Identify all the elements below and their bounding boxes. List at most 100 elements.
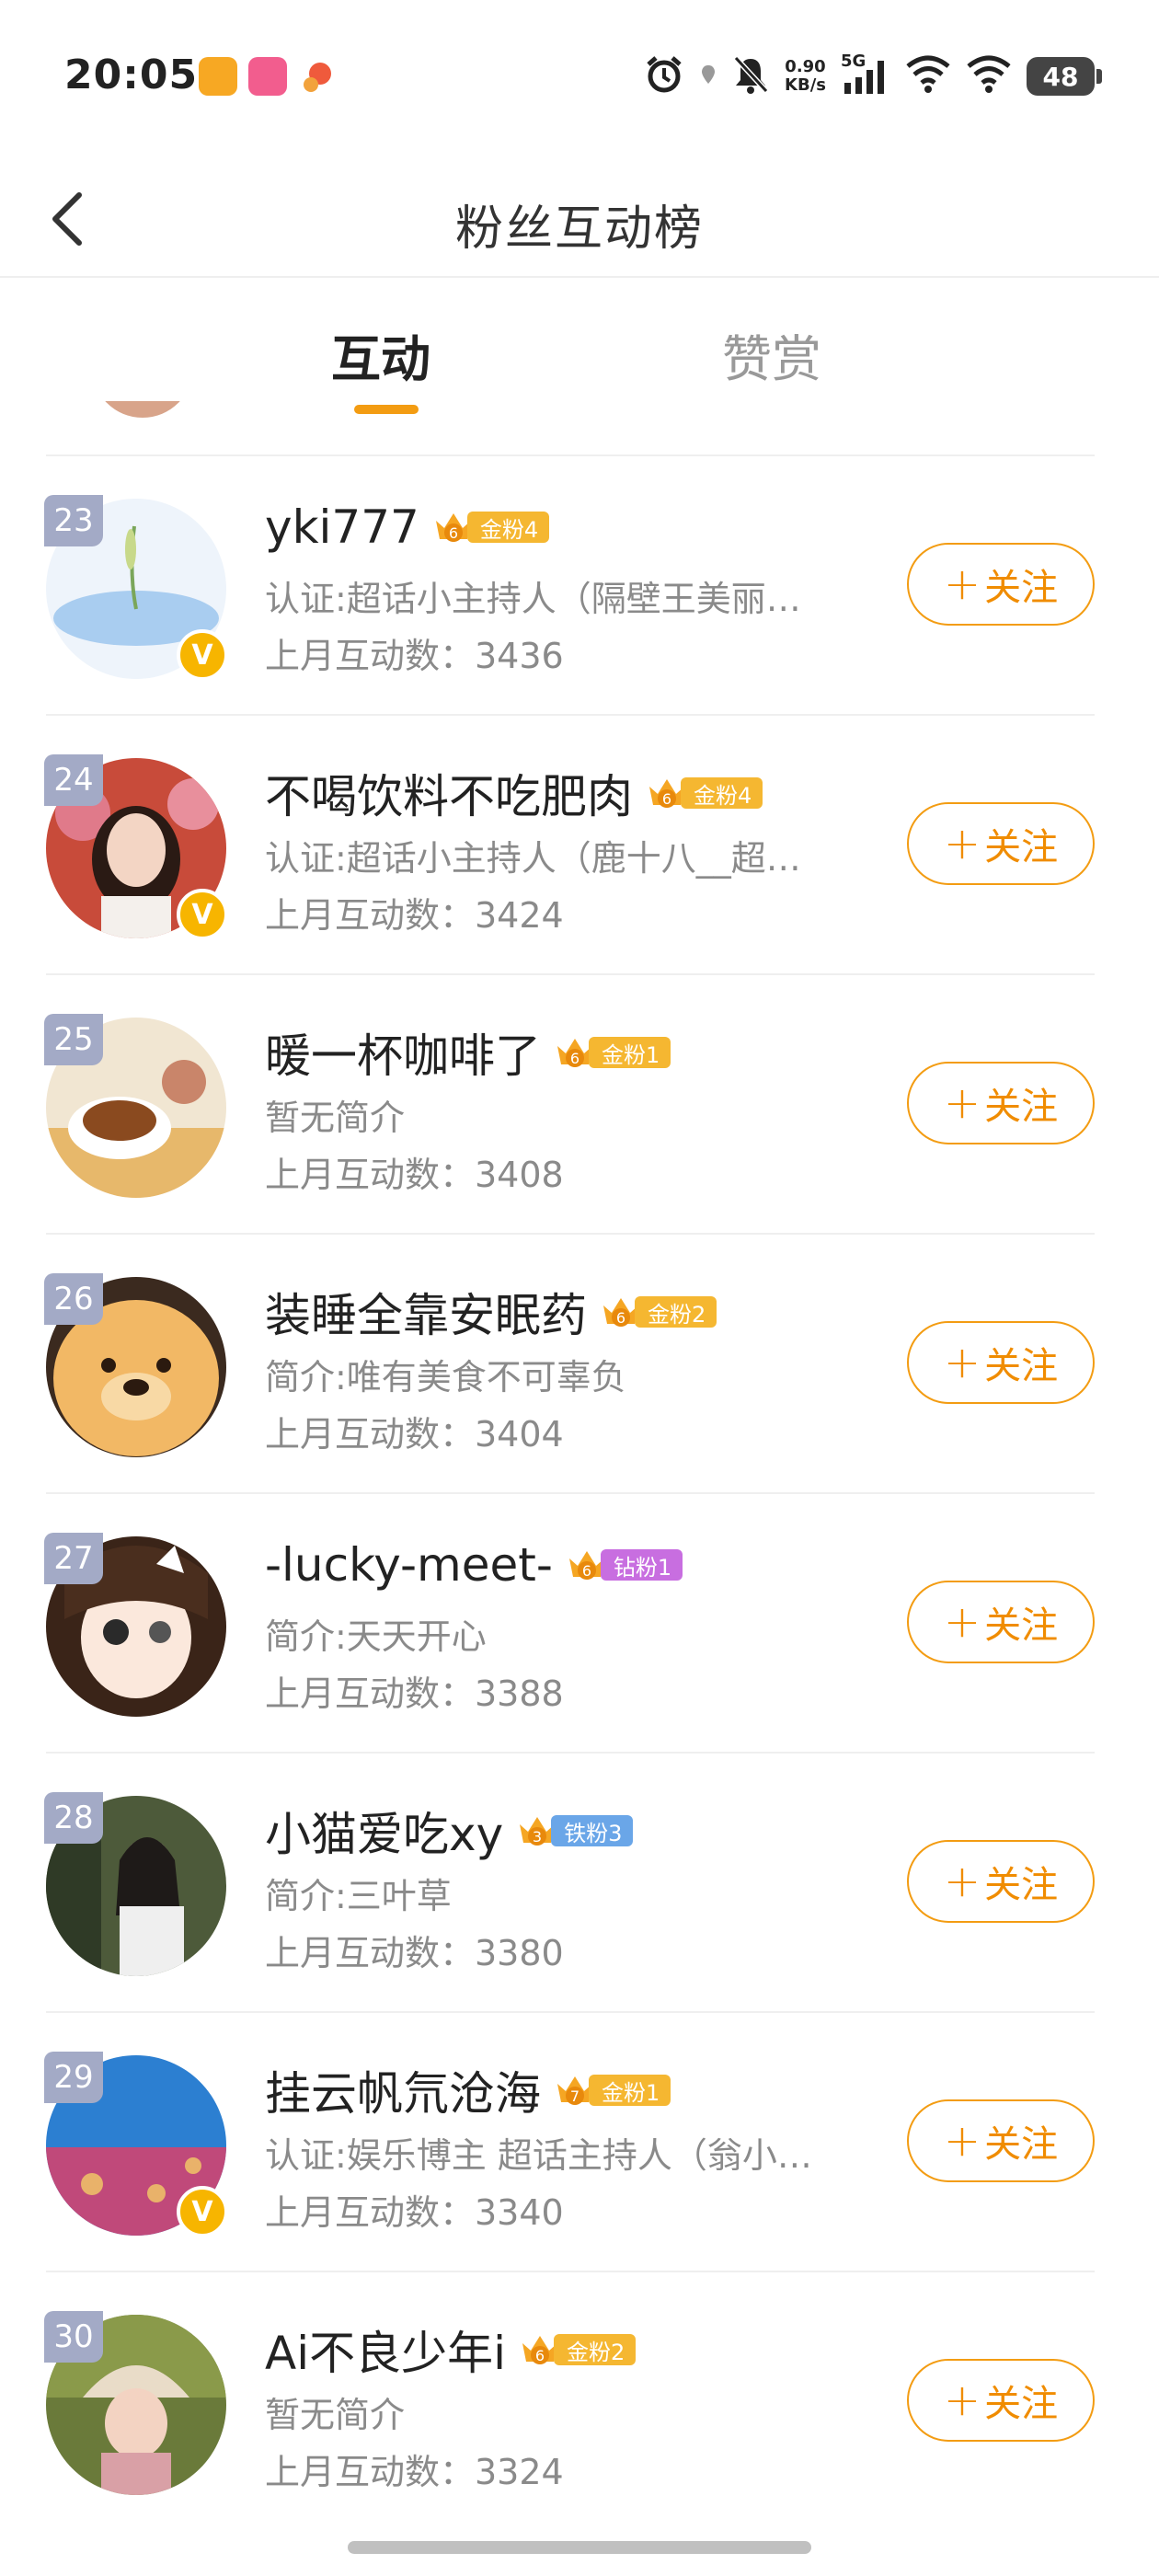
list-item[interactable]: 28 小猫爱吃xy 3 铁粉3 简介:三叶草 上月互动数：3380 + 关注	[44, 1752, 1095, 2011]
fan-level-badge: 6 金粉2	[600, 1293, 717, 1331]
header: 粉丝互动榜	[0, 156, 1159, 278]
list-item[interactable]: 29 V 挂云帆氘沧海 7 金粉1 认证:娱乐博主 超话主持人（翁小… 上月互动…	[44, 2011, 1095, 2271]
verified-icon: V	[177, 629, 228, 681]
username[interactable]: 小猫爱吃xy	[265, 1798, 503, 1864]
badge-label: 金粉1	[589, 2075, 671, 2106]
user-description: 暂无简介	[265, 2395, 406, 2435]
user-description: 简介:天天开心	[265, 1616, 487, 1657]
follow-button[interactable]: + 关注	[907, 1321, 1095, 1404]
username-row: 不喝饮料不吃肥肉 6 金粉4	[265, 760, 763, 826]
fan-level-badge: 3 铁粉3	[516, 1811, 634, 1850]
plus-icon: +	[943, 2115, 981, 2167]
status-bar: 20:05 0.90 KB/s 5G 48	[0, 0, 1159, 156]
rank-badge: 23	[44, 495, 103, 546]
app-icon-1	[199, 57, 237, 96]
list-item[interactable]: 30 Ai不良少年i 6 金粉2 暂无简介 上月互动数：3324 + 关注	[44, 2271, 1095, 2530]
username-row: 暖一杯咖啡了 6 金粉1	[265, 1019, 671, 1086]
follow-label: 关注	[984, 1604, 1059, 1647]
verified-icon: V	[177, 2186, 228, 2237]
username[interactable]: 不喝饮料不吃肥肉	[265, 760, 633, 826]
plus-icon: +	[943, 2375, 981, 2426]
fan-level-badge: 6 金粉2	[519, 2330, 637, 2369]
username[interactable]: -lucky-meet-	[265, 1538, 553, 1592]
badge-level: 6	[616, 1309, 625, 1327]
list-item[interactable]: 26 装睡全靠安眠药 6 金粉2 简介:唯有美食不可辜负 上月互动数：3404 …	[44, 1233, 1095, 1492]
rank-badge: 24	[44, 754, 103, 806]
user-description: 认证:超话小主持人（隔壁王美丽…	[265, 579, 801, 619]
fan-level-badge: 6 金粉4	[646, 774, 763, 812]
tab-bar: 互动 赞赏	[0, 276, 1159, 414]
page-title: 粉丝互动榜	[454, 201, 704, 257]
bilibili-app-icon	[248, 57, 287, 96]
interaction-count: 上月互动数：3340	[265, 2192, 564, 2233]
list-item[interactable]: 23 V yki777 6 金粉4 认证:超话小主持人（隔壁王美丽… 上月互动数…	[44, 454, 1095, 714]
user-description: 认证:超话小主持人（鹿十八__超…	[265, 838, 801, 879]
badge-level: 6	[662, 790, 671, 808]
username-row: Ai不良少年i 6 金粉2	[265, 2317, 637, 2383]
badge-label: 钻粉1	[600, 1549, 683, 1581]
follow-label: 关注	[984, 1864, 1059, 1906]
follow-button[interactable]: + 关注	[907, 1062, 1095, 1144]
active-tab-indicator	[354, 405, 419, 414]
badge-label: 金粉2	[635, 1296, 717, 1328]
list-item[interactable]: 27 -lucky-meet- 6 钻粉1 简介:天天开心 上月互动数：3388…	[44, 1492, 1095, 1752]
follow-button[interactable]: + 关注	[907, 2099, 1095, 2182]
badge-level: 6	[582, 1562, 591, 1580]
battery-icon: 48	[1027, 57, 1102, 96]
badge-level: 3	[533, 1828, 542, 1846]
list-item[interactable]: 25 暖一杯咖啡了 6 金粉1 暂无简介 上月互动数：3408 + 关注	[44, 973, 1095, 1233]
username-row: 挂云帆氘沧海 7 金粉1	[265, 2057, 671, 2123]
username[interactable]: yki777	[265, 500, 419, 554]
follow-button[interactable]: + 关注	[907, 543, 1095, 626]
list-item[interactable]: 24 V 不喝饮料不吃肥肉 6 金粉4 认证:超话小主持人（鹿十八__超… 上月…	[44, 714, 1095, 973]
username-row: 装睡全靠安眠药 6 金粉2	[265, 1279, 717, 1345]
plus-icon: +	[943, 1596, 981, 1648]
fan-level-badge: 6 钻粉1	[566, 1546, 683, 1584]
wifi-icon	[905, 55, 951, 98]
rank-badge: 30	[44, 2311, 103, 2363]
follow-button[interactable]: + 关注	[907, 802, 1095, 885]
follow-button[interactable]: + 关注	[907, 1581, 1095, 1663]
verified-icon: V	[177, 889, 228, 940]
interaction-count: 上月互动数：3404	[265, 1414, 564, 1455]
badge-label: 金粉4	[681, 777, 763, 809]
username-row: 小猫爱吃xy 3 铁粉3	[265, 1798, 634, 1864]
net-speed-unit: KB/s	[785, 75, 826, 95]
tab-interaction[interactable]: 互动	[331, 318, 430, 391]
interaction-count: 上月互动数：3380	[265, 1933, 564, 1973]
user-description: 暂无简介	[265, 1098, 406, 1138]
rank-badge: 28	[44, 1792, 103, 1844]
alarm-icon	[643, 53, 685, 99]
interaction-count: 上月互动数：3436	[265, 636, 564, 676]
mute-icon	[731, 54, 770, 98]
follow-label: 关注	[984, 1345, 1059, 1387]
username[interactable]: 装睡全靠安眠药	[265, 1279, 587, 1345]
follow-label: 关注	[984, 826, 1059, 868]
net-speed-value: 0.90	[785, 57, 826, 76]
user-description: 简介:唯有美食不可辜负	[265, 1357, 626, 1397]
app-icon-3	[298, 57, 337, 96]
badge-label: 铁粉3	[551, 1815, 634, 1846]
username-row: -lucky-meet- 6 钻粉1	[265, 1538, 683, 1592]
user-description: 简介:三叶草	[265, 1876, 452, 1916]
fan-level-badge: 7 金粉1	[554, 2071, 671, 2110]
rank-badge: 29	[44, 2052, 103, 2103]
home-indicator[interactable]	[348, 2541, 811, 2554]
username[interactable]: 暖一杯咖啡了	[265, 1019, 541, 1086]
tab-reward[interactable]: 赞赏	[722, 318, 821, 391]
rank-badge: 27	[44, 1533, 103, 1584]
plus-icon: +	[943, 1337, 981, 1388]
interaction-count: 上月互动数：3424	[265, 895, 564, 936]
status-icons: 0.90 KB/s 5G 48	[643, 52, 1102, 99]
plus-icon: +	[943, 1077, 981, 1129]
badge-label: 金粉4	[466, 512, 550, 543]
follow-label: 关注	[984, 2123, 1059, 2166]
interaction-count: 上月互动数：3408	[265, 1155, 564, 1195]
follow-button[interactable]: + 关注	[907, 2359, 1095, 2442]
fan-level-badge: 6 金粉4	[432, 508, 550, 546]
follow-button[interactable]: + 关注	[907, 1840, 1095, 1923]
status-time: 20:05	[64, 52, 199, 98]
username[interactable]: 挂云帆氘沧海	[265, 2057, 541, 2123]
username[interactable]: Ai不良少年i	[265, 2317, 506, 2383]
fan-list: 23 V yki777 6 金粉4 认证:超话小主持人（隔壁王美丽… 上月互动数…	[0, 454, 1159, 2530]
